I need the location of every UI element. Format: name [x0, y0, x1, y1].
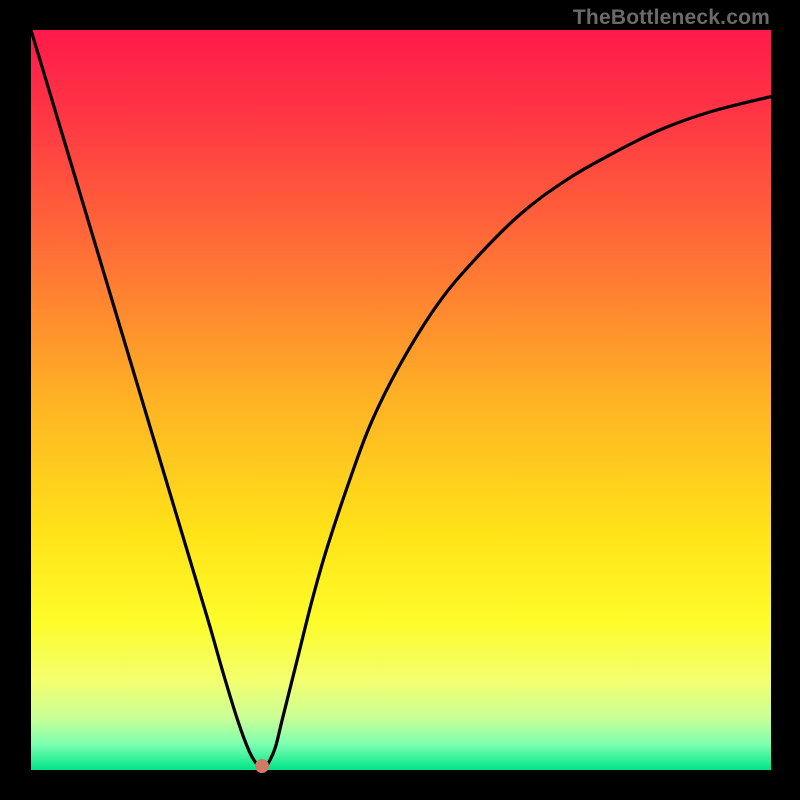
- chart-frame: [31, 30, 771, 770]
- curve-layer: [31, 30, 771, 770]
- plot-area: [31, 30, 771, 770]
- watermark-text: TheBottleneck.com: [573, 6, 770, 30]
- bottleneck-curve: [31, 30, 771, 768]
- optimum-marker: [255, 759, 269, 773]
